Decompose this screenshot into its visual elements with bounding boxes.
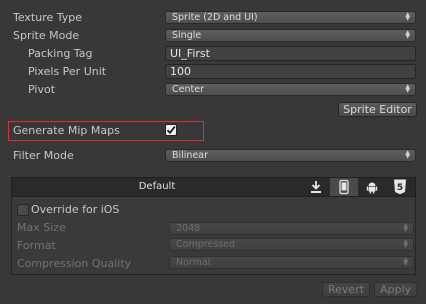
pivot-dropdown[interactable]: Center ▲ ▼: [165, 83, 416, 96]
sprite-mode-row: Sprite Mode Single ▲ ▼: [0, 27, 426, 45]
packing-tag-row: Packing Tag UI_First: [0, 45, 426, 63]
platform-tab-bar: Default 5: [11, 177, 416, 197]
dropdown-arrows-icon: ▲ ▼: [405, 11, 410, 22]
sprite-mode-dropdown[interactable]: Single ▲ ▼: [165, 29, 416, 42]
html5-glyph: 5: [397, 183, 403, 193]
sprite-mode-label: Sprite Mode: [13, 29, 80, 42]
apply-button[interactable]: Apply: [374, 282, 417, 297]
pivot-value: Center: [172, 84, 204, 95]
format-label: Format: [17, 239, 56, 252]
packing-tag-label: Packing Tag: [28, 47, 93, 60]
max-size-value: 2048: [176, 223, 201, 234]
texture-type-dropdown[interactable]: Sprite (2D and UI) ▲ ▼: [165, 11, 416, 24]
mobile-device-icon: [339, 179, 349, 195]
download-icon: [311, 181, 321, 193]
max-size-row: Max Size 2048 ▲ ▼: [0, 219, 426, 237]
max-size-dropdown[interactable]: 2048 ▲ ▼: [169, 222, 414, 235]
tab-standalone[interactable]: [302, 178, 330, 196]
pivot-row: Pivot Center ▲ ▼: [0, 81, 426, 99]
format-value: Compressed: [176, 239, 236, 250]
texture-type-label: Texture Type: [13, 11, 83, 24]
pivot-label: Pivot: [28, 83, 56, 96]
generate-mip-maps-checkbox[interactable]: [165, 124, 177, 136]
override-label: Override for iOS: [31, 203, 120, 216]
sprite-mode-value: Single: [172, 30, 202, 41]
compression-quality-dropdown[interactable]: Normal ▲ ▼: [169, 256, 414, 269]
dropdown-arrows-icon: ▲ ▼: [405, 149, 410, 160]
dropdown-arrows-icon: ▲ ▼: [403, 256, 408, 267]
generate-mip-maps-row: Generate Mip Maps: [0, 122, 426, 140]
pixels-per-unit-label: Pixels Per Unit: [28, 65, 107, 78]
max-size-label: Max Size: [17, 221, 66, 234]
texture-type-value: Sprite (2D and UI): [172, 12, 258, 23]
tab-android[interactable]: [358, 178, 386, 196]
format-row: Format Compressed ▲ ▼: [0, 237, 426, 255]
pixels-per-unit-row: Pixels Per Unit 100: [0, 63, 426, 81]
pixels-per-unit-field[interactable]: 100: [165, 64, 416, 79]
revert-button[interactable]: Revert: [322, 282, 370, 297]
tab-ios[interactable]: [330, 178, 358, 196]
filter-mode-dropdown[interactable]: Bilinear ▲ ▼: [165, 149, 416, 162]
format-dropdown[interactable]: Compressed ▲ ▼: [169, 238, 414, 251]
tab-default[interactable]: Default: [12, 181, 302, 192]
dropdown-arrows-icon: ▲ ▼: [403, 238, 408, 249]
sprite-editor-button[interactable]: Sprite Editor: [338, 102, 417, 117]
filter-mode-value: Bilinear: [172, 150, 209, 161]
android-icon: [366, 182, 378, 194]
dropdown-arrows-icon: ▲ ▼: [405, 29, 410, 40]
compression-quality-value: Normal: [176, 257, 211, 268]
checkmark-icon: [166, 126, 176, 135]
html5-icon: 5: [394, 179, 406, 195]
tab-webgl[interactable]: 5: [386, 178, 414, 196]
packing-tag-value: UI_First: [170, 47, 210, 60]
override-checkbox[interactable]: [17, 204, 29, 216]
dropdown-arrows-icon: ▲ ▼: [405, 83, 410, 94]
filter-mode-row: Filter Mode Bilinear ▲ ▼: [0, 147, 426, 165]
filter-mode-label: Filter Mode: [13, 149, 74, 162]
compression-quality-label: Compression Quality: [17, 257, 132, 270]
texture-type-row: Texture Type Sprite (2D and UI) ▲ ▼: [0, 9, 426, 27]
packing-tag-field[interactable]: UI_First: [165, 46, 416, 61]
pixels-per-unit-value: 100: [170, 65, 191, 78]
dropdown-arrows-icon: ▲ ▼: [403, 222, 408, 233]
compression-quality-row: Compression Quality Normal ▲ ▼: [0, 255, 426, 273]
generate-mip-maps-label: Generate Mip Maps: [13, 124, 120, 137]
